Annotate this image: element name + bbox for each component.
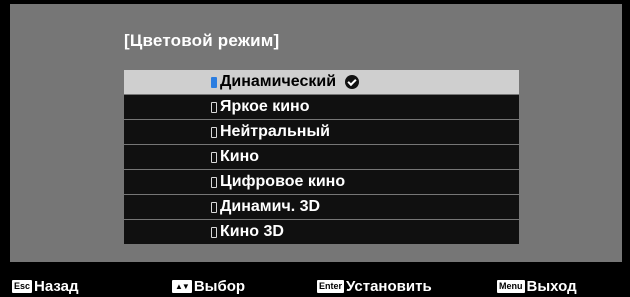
radio-selected-icon (211, 76, 217, 88)
option-label: Кино (220, 148, 260, 165)
option-bright-cinema[interactable]: Яркое кино (124, 95, 519, 119)
exit-hint[interactable]: Menu Выход (497, 276, 577, 297)
osd-panel: [Цветовой режим] Динамический Яркое кино… (10, 4, 622, 262)
option-dynamic[interactable]: Динамический (124, 70, 519, 94)
option-natural[interactable]: Нейтральный (124, 120, 519, 144)
option-3d-cinema[interactable]: Кино 3D (124, 220, 519, 244)
option-digital-cinema[interactable]: Цифровое кино (124, 170, 519, 194)
menu-key-icon: Menu (497, 280, 525, 293)
footer-hints: Esc Назад ▲▼ Выбор Enter Установить Menu… (0, 276, 630, 297)
color-mode-list: Динамический Яркое кино Нейтральный Кино… (124, 70, 519, 245)
radio-icon (211, 151, 217, 163)
select-hint[interactable]: ▲▼ Выбор (172, 276, 245, 297)
set-hint[interactable]: Enter Установить (317, 276, 432, 297)
radio-icon (211, 226, 217, 238)
checkmark-icon (345, 75, 360, 89)
option-label: Кино 3D (220, 223, 284, 240)
enter-key-icon: Enter (317, 280, 345, 293)
radio-icon (211, 101, 217, 113)
radio-icon (211, 201, 217, 213)
radio-icon (211, 126, 217, 138)
option-label: Динамический (220, 73, 337, 90)
exit-label: Выход (526, 278, 577, 295)
back-hint[interactable]: Esc Назад (12, 276, 79, 297)
option-cinema[interactable]: Кино (124, 145, 519, 169)
back-label: Назад (34, 278, 79, 295)
select-label: Выбор (193, 278, 246, 295)
option-label: Динамич. 3D (220, 198, 321, 215)
set-label: Установить (346, 278, 432, 295)
menu-title: [Цветовой режим] (124, 31, 280, 50)
option-3d-dynamic[interactable]: Динамич. 3D (124, 195, 519, 219)
option-label: Цифровое кино (220, 173, 346, 190)
up-down-arrows-icon: ▲▼ (172, 280, 192, 293)
option-label: Нейтральный (220, 123, 330, 140)
esc-key-icon: Esc (12, 280, 33, 293)
radio-icon (211, 176, 217, 188)
option-label: Яркое кино (220, 98, 310, 115)
